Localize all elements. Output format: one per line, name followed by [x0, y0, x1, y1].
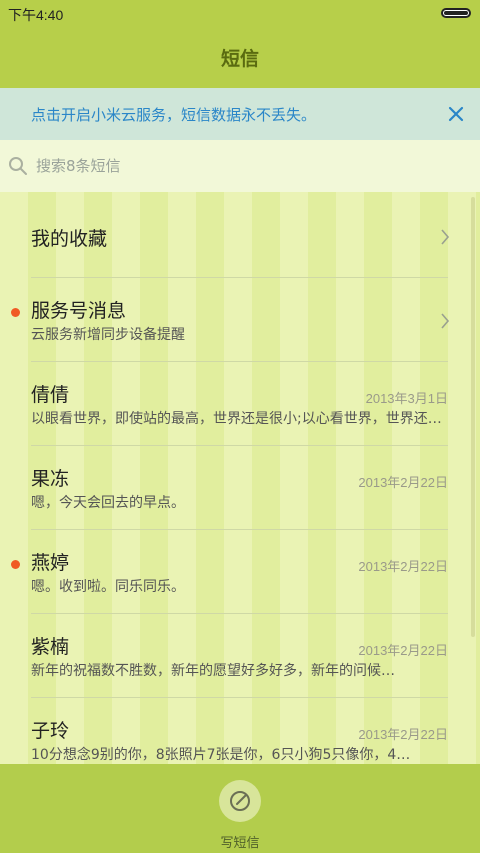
message-preview: 新年的祝福数不胜数，新年的愿望好多好多，新年的问候…	[31, 663, 395, 679]
message-preview: 以眼看世界，即使站的最高，世界还是很小;以心看世界，世界还是很大…	[31, 411, 451, 427]
cloud-banner-text[interactable]: 点击开启小米云服务，短信数据永不丢失。	[31, 104, 316, 125]
contact-name: 燕婷	[31, 552, 70, 574]
favorites-item[interactable]: 我的收藏	[0, 194, 470, 278]
chevron-right-icon	[441, 313, 450, 329]
favorites-label: 我的收藏	[31, 228, 108, 250]
service-name: 服务号消息	[31, 300, 127, 322]
status-bar: 下午4:40	[0, 0, 480, 26]
compose-button[interactable]	[219, 780, 261, 822]
search-input[interactable]	[36, 154, 456, 178]
message-date: 2013年2月22日	[358, 643, 448, 658]
unread-dot	[11, 308, 20, 317]
conversation-item[interactable]: 倩倩 2013年3月1日 以眼看世界，即使站的最高，世界还是很小;以心看世界，世…	[0, 362, 470, 446]
battery-icon	[441, 8, 471, 18]
banner-close-button[interactable]	[444, 102, 468, 126]
message-date: 2013年2月22日	[358, 559, 448, 574]
conversation-item[interactable]: 紫楠 2013年2月22日 新年的祝福数不胜数，新年的愿望好多好多，新年的问候…	[0, 614, 470, 698]
message-date: 2013年2月22日	[358, 727, 448, 742]
contact-name: 果冻	[31, 468, 70, 490]
service-preview: 云服务新增同步设备提醒	[31, 327, 185, 343]
compose-icon	[230, 791, 250, 811]
message-date: 2013年3月1日	[365, 391, 448, 406]
battery-fill	[444, 11, 468, 15]
search-icon	[9, 157, 27, 175]
message-preview: 嗯，今天会回去的早点。	[31, 495, 185, 511]
contact-name: 紫楠	[31, 636, 70, 658]
conversation-item[interactable]: 果冻 2013年2月22日 嗯，今天会回去的早点。	[0, 446, 470, 530]
page-title: 短信	[220, 48, 259, 70]
contact-name: 倩倩	[31, 384, 70, 406]
contact-name: 子玲	[31, 720, 70, 742]
scrollbar[interactable]	[471, 197, 475, 637]
message-preview: 10分想念9别的你，8张照片7张是你，6只小狗5只像你，4…	[31, 747, 411, 763]
service-messages-item[interactable]: 服务号消息 云服务新增同步设备提醒	[0, 278, 470, 362]
app-header: 下午4:40 短信	[0, 0, 480, 88]
close-icon	[448, 106, 464, 122]
unread-dot	[11, 560, 20, 569]
sms-app: 下午4:40 短信 点击开启小米云服务，短信数据永不丢失。 我的收藏 服务号消息…	[0, 0, 480, 853]
conversation-item[interactable]: 燕婷 2013年2月22日 嗯。收到啦。同乐同乐。	[0, 530, 470, 614]
message-preview: 嗯。收到啦。同乐同乐。	[31, 579, 185, 595]
compose-label[interactable]: 写短信	[0, 832, 480, 851]
chevron-right-icon	[441, 229, 450, 245]
message-date: 2013年2月22日	[358, 475, 448, 490]
status-time: 下午4:40	[8, 7, 64, 23]
